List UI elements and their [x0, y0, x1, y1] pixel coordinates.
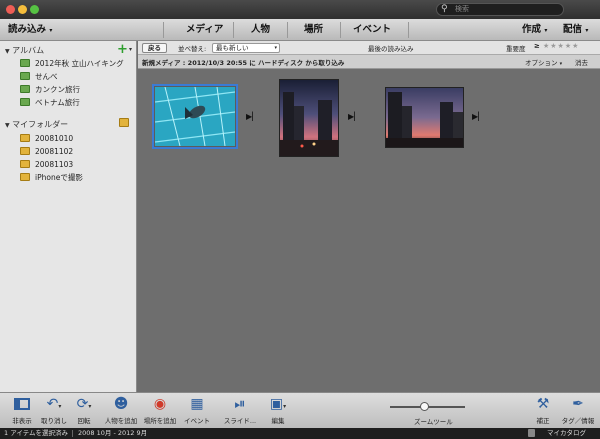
sidebar-item-folder[interactable]: 20081010: [20, 133, 73, 145]
zoom-slider-knob[interactable]: [419, 402, 429, 411]
top-bar: 読み込み ▾ メディア 人物 場所 イベント 作成 ▾ 配信 ▾: [0, 19, 600, 41]
album-icon: [20, 72, 30, 80]
media-thumbnail[interactable]: [279, 79, 339, 157]
filter-bar: 戻る 並べ替え: 最も新しい ▾ 最後の読み込み 重要度 ≥ ★★★★★: [138, 41, 600, 55]
event-button[interactable]: ▦ イベント: [175, 393, 219, 429]
clear-button[interactable]: 消去: [575, 57, 588, 67]
folder-icon: [20, 147, 30, 155]
zoom-slider[interactable]: [390, 402, 465, 411]
night-street-photo: [280, 80, 338, 156]
disclosure-triangle-icon: ▼: [5, 48, 10, 55]
create-button[interactable]: 作成 ▾: [522, 19, 547, 41]
play-arrow-icon: ▶▏: [246, 112, 259, 121]
rating-stars[interactable]: ★★★★★: [543, 42, 579, 50]
divider: [72, 430, 73, 437]
album-icon: [20, 98, 30, 106]
zoom-window-button[interactable]: [30, 5, 39, 14]
tab-media[interactable]: メディア: [186, 19, 223, 41]
bottom-toolbar: 非表示 ↶▾ 取り消し ⟳▾ 回転 ☻ 人物を追加 ◉ 場所を追加 ▦ イベント…: [0, 392, 600, 428]
folder-icon: [20, 134, 30, 142]
search-icon: ⚲: [441, 4, 448, 14]
sort-label: 並べ替え:: [178, 45, 207, 53]
add-person-icon: ☻: [113, 396, 129, 412]
play-arrow-icon: ▶▏: [348, 112, 361, 121]
play-arrow-icon: ▶▏: [472, 112, 485, 121]
folders-section-header[interactable]: ▼ マイフォルダー: [5, 119, 68, 130]
tab-places[interactable]: 場所: [304, 19, 323, 41]
pool-photo: [155, 87, 235, 146]
divider: [408, 22, 409, 38]
edit-button[interactable]: ▣▾ 編集: [256, 393, 300, 429]
folder-icon: [20, 173, 30, 181]
sidebar-item-album[interactable]: カンクン旅行: [20, 84, 80, 96]
dropdown-arrow-icon[interactable]: ▾: [129, 46, 132, 53]
selection-count: 1 アイテムを選択済み: [4, 429, 69, 437]
tab-people[interactable]: 人物: [251, 19, 270, 41]
calendar-icon: ▦: [190, 396, 204, 412]
folder-view-toggle-icon[interactable]: [119, 118, 129, 127]
media-thumbnail[interactable]: [385, 87, 464, 148]
catalog-icon: [528, 429, 535, 437]
status-bar: 1 アイテムを選択済み 2008 10月 - 2012 9月 マイカタログ: [0, 428, 600, 439]
zoom-label: ズームツール: [414, 418, 453, 426]
album-icon: [20, 85, 30, 93]
albums-section-header[interactable]: ▼ アルバム: [5, 45, 44, 56]
divider: [233, 22, 234, 38]
disclosure-triangle-icon: ▼: [5, 122, 10, 129]
import-button[interactable]: 読み込み ▾: [8, 19, 52, 41]
sidebar-item-folder[interactable]: 20081103: [20, 159, 73, 171]
title-bar: ⚲ 検索: [0, 0, 600, 19]
add-album-icon[interactable]: +: [117, 42, 128, 57]
add-people-button[interactable]: ☻ 人物を追加: [99, 393, 143, 429]
folder-icon: [20, 160, 30, 168]
last-import-label: 最後の読み込み: [368, 45, 414, 53]
import-info-text: 新規メディア : 2012/10/3 20:55 に ハードディスク から取り込…: [142, 59, 345, 67]
back-button[interactable]: 戻る: [142, 43, 167, 53]
sort-select[interactable]: 最も新しい ▾: [212, 43, 280, 53]
album-icon: [20, 59, 30, 67]
tab-events[interactable]: イベント: [353, 19, 391, 41]
date-range: 2008 10月 - 2012 9月: [78, 429, 148, 437]
media-thumbnail[interactable]: [152, 84, 238, 149]
share-button[interactable]: 配信 ▾: [563, 19, 588, 41]
options-menu[interactable]: オプション ▾: [525, 57, 562, 67]
chevron-down-icon: ▾: [274, 45, 277, 51]
divider: [287, 22, 288, 38]
rating-label: 重要度: [506, 45, 526, 53]
sidebar-item-album[interactable]: せんべ: [20, 71, 58, 83]
sidebar-item-folder[interactable]: 20081102: [20, 146, 73, 158]
city-dusk-photo: [386, 88, 463, 147]
rating-operator[interactable]: ≥: [534, 42, 540, 50]
sidebar: ▼ アルバム + ▾ 2012年秋 立山ハイキング せんべ カンクン旅行 ベトナ…: [0, 41, 137, 392]
tags-info-button[interactable]: ✒ タグ／情報: [556, 393, 600, 429]
info-bar: 新規メディア : 2012/10/3 20:55 に ハードディスク から取り込…: [138, 55, 600, 69]
divider: [163, 22, 164, 38]
media-browser: 戻る 並べ替え: 最も新しい ▾ 最後の読み込み 重要度 ≥ ★★★★★ 新規メデ…: [138, 41, 600, 392]
sidebar-item-folder[interactable]: iPhoneで撮影: [20, 172, 83, 184]
minimize-window-button[interactable]: [18, 5, 27, 14]
catalog-button[interactable]: マイカタログ: [547, 428, 586, 439]
sidebar-item-album[interactable]: 2012年秋 立山ハイキング: [20, 58, 124, 70]
sidebar-item-album[interactable]: ベトナム旅行: [20, 97, 80, 109]
tag-icon: ✒: [572, 396, 584, 412]
search-placeholder: 検索: [455, 5, 469, 13]
close-window-button[interactable]: [6, 5, 15, 14]
edit-photo-icon: ▣▾: [269, 396, 287, 412]
divider: [340, 22, 341, 38]
search-input[interactable]: ⚲ 検索: [436, 3, 564, 16]
